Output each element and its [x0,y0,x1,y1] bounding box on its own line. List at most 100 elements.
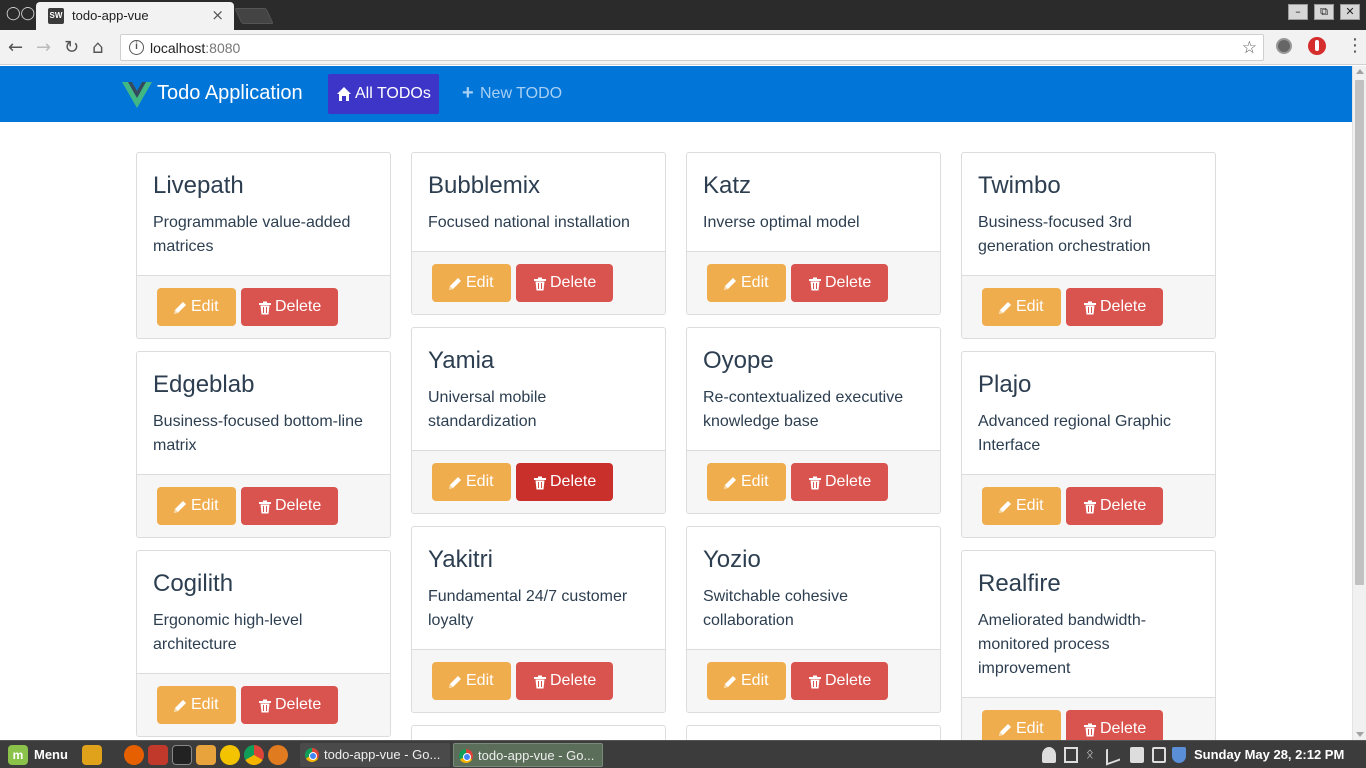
delete-button-label: Delete [1100,720,1147,737]
delete-button[interactable]: Delete [516,463,613,501]
edit-button[interactable]: Edit [157,288,236,326]
scroll-down-icon[interactable] [1356,732,1364,737]
chrome-launcher-icon[interactable] [244,745,264,765]
pencil-icon [723,476,737,490]
delete-button[interactable]: Delete [241,487,338,525]
files-icon[interactable] [196,745,216,765]
app-brand[interactable]: Todo Application [157,82,303,105]
show-desktop-icon[interactable] [82,745,102,765]
taskbar-window-2[interactable]: todo-app-vue - Go... [453,743,603,767]
delete-button-label: Delete [550,672,597,689]
home-icon [337,87,351,101]
os-taskbar: m Menu todo-app-vue - Go... todo-app-vue… [0,740,1366,768]
todo-title: Oyope [703,347,774,374]
nav-all-todos[interactable]: All TODOs [328,74,439,114]
trash-icon [1083,301,1097,315]
delete-button[interactable]: Delete [1066,710,1163,740]
trash-icon [533,277,547,291]
pencil-icon [448,476,462,490]
bookmark-star-icon[interactable]: ☆ [1242,38,1257,58]
edit-button[interactable]: Edit [707,463,786,501]
delete-button-label: Delete [275,298,322,315]
edit-button[interactable]: Edit [707,264,786,302]
todo-card-footer: Edit Delete [687,251,940,314]
trash-icon [533,675,547,689]
site-info-icon[interactable]: i [129,40,144,55]
edit-button[interactable]: Edit [157,686,236,724]
back-icon[interactable]: ← [8,37,23,58]
todo-card: Cogilith Ergonomic high-level architectur… [136,550,391,737]
extension-globe-icon[interactable] [1276,38,1292,54]
restore-icon[interactable]: ⧉ [1314,4,1334,20]
new-tab-button[interactable] [234,8,274,24]
browser-tab[interactable]: SW todo-app-vue × [36,2,234,30]
app-launcher-icon[interactable] [220,745,240,765]
edit-button[interactable]: Edit [157,487,236,525]
edit-button-label: Edit [741,274,769,291]
address-bar[interactable]: i localhost:8080 ☆ [120,34,1264,61]
edit-button[interactable]: Edit [432,662,511,700]
software-manager-icon[interactable] [148,745,168,765]
reload-icon[interactable]: ↻ [64,37,79,58]
todo-title: Plajo [978,371,1032,398]
delete-button[interactable]: Delete [241,288,338,326]
delete-button-label: Delete [1100,298,1147,315]
chrome-menu-icon[interactable]: ⋮ [1346,37,1364,55]
delete-button-label: Delete [825,274,872,291]
todo-card: Livepath Programmable value-added matrice… [136,152,391,339]
delete-button[interactable]: Delete [1066,487,1163,525]
taskbar-clock[interactable]: Sunday May 28, 2:12 PM [1194,747,1344,762]
home-button-icon[interactable]: ⌂ [92,37,103,58]
url-text[interactable]: localhost:8080 [150,40,240,56]
edit-button[interactable]: Edit [432,264,511,302]
edit-button[interactable]: Edit [432,463,511,501]
edit-button-label: Edit [466,274,494,291]
update-shield-icon[interactable] [1172,747,1186,763]
power-icon[interactable] [1152,747,1166,763]
page-scrollbar[interactable] [1352,66,1366,740]
mint-menu-icon[interactable]: m [8,745,28,765]
pencil-icon [998,500,1012,514]
volume-icon[interactable] [1106,744,1120,766]
plus-icon: + [462,82,474,104]
firefox-icon[interactable] [124,745,144,765]
edit-button[interactable]: Edit [982,710,1061,740]
delete-button[interactable]: Delete [516,264,613,302]
todo-description: Advanced regional Graphic Interface [978,413,1172,454]
tab-close-icon[interactable]: × [211,6,224,24]
user-icon[interactable] [1042,747,1056,763]
taskbar-menu-label[interactable]: Menu [34,747,68,762]
delete-button[interactable]: Delete [1066,288,1163,326]
todo-card: Oyope Re-contextualized executive knowled… [686,327,941,514]
scroll-thumb[interactable] [1355,80,1364,585]
delete-button[interactable]: Delete [241,686,338,724]
delete-button[interactable]: Delete [791,264,888,302]
delete-button[interactable]: Delete [791,662,888,700]
todo-description: Business-focused 3rd generation orchestr… [978,214,1151,255]
close-window-icon[interactable]: ✕ [1340,4,1360,20]
forward-icon[interactable]: → [36,37,51,58]
terminal-icon[interactable] [172,745,192,765]
todo-card: Plajo Advanced regional Graphic Interface… [961,351,1216,538]
todo-card-footer: Edit Delete [687,450,940,513]
minimize-icon[interactable]: – [1288,4,1308,20]
taskbar-window-1-label: todo-app-vue - Go... [324,747,441,762]
taskbar-window-1[interactable]: todo-app-vue - Go... [300,743,450,767]
battery-icon[interactable] [1130,747,1144,763]
delete-button[interactable]: Delete [791,463,888,501]
edit-button[interactable]: Edit [707,662,786,700]
scroll-up-icon[interactable] [1356,69,1364,74]
extension-shield-icon[interactable] [1308,37,1326,55]
trash-icon [1083,500,1097,514]
todo-card: Yakitri Fundamental 24/7 customer loyalty… [411,526,666,713]
edit-button[interactable]: Edit [982,288,1061,326]
todo-title: Yamia [428,347,495,374]
todo-card-footer: Edit Delete [962,275,1215,338]
network-icon[interactable] [1064,747,1078,763]
bluetooth-icon[interactable]: ᛟ [1086,747,1100,763]
browser-titlebar: ◯◯ SW todo-app-vue × – ⧉ ✕ [0,0,1366,30]
todo-card-footer: Edit Delete [962,474,1215,537]
sublime-icon[interactable] [268,745,288,765]
edit-button[interactable]: Edit [982,487,1061,525]
delete-button[interactable]: Delete [516,662,613,700]
